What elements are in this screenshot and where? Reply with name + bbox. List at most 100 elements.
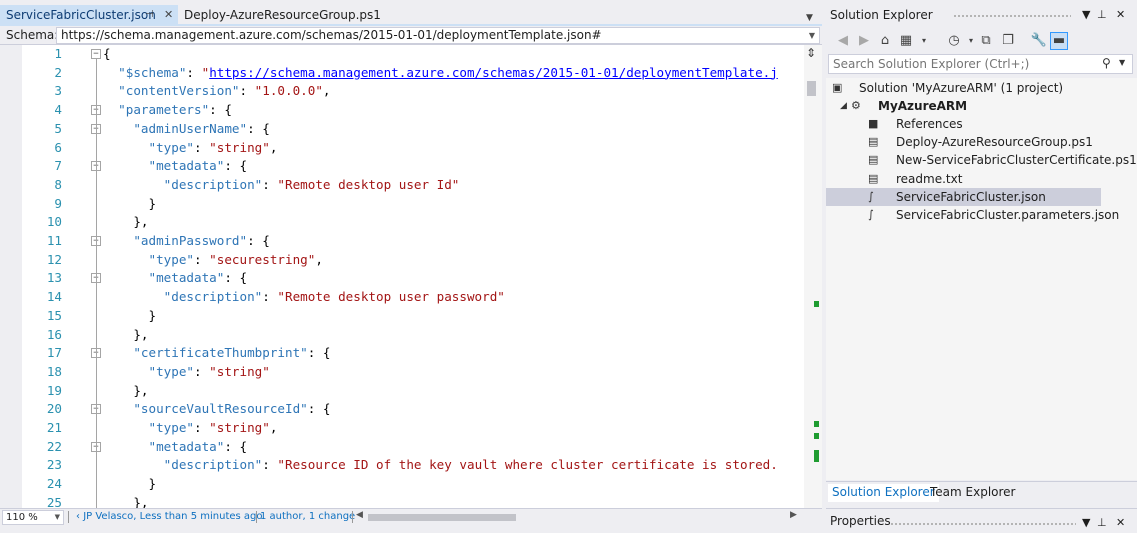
scroll-left-icon[interactable]: ◀ <box>356 510 363 520</box>
tab-team-explorer[interactable]: Team Explorer <box>926 484 1020 502</box>
code-line[interactable]: 2 "$schema": "https://schema.management.… <box>0 64 804 83</box>
line-number: 20 <box>46 401 62 417</box>
code-text: "certificateThumbprint": { <box>133 345 331 361</box>
tab-deploy-azure-resource-group[interactable]: Deploy-AzureResourceGroup.ps1 <box>178 5 381 25</box>
forward-icon[interactable]: ▶ <box>855 32 873 50</box>
scroll-right-icon[interactable]: ▶ <box>790 510 797 520</box>
line-number: 10 <box>46 214 62 230</box>
tree-item[interactable]: ∫ ServiceFabricCluster.parameters.json <box>826 206 1119 224</box>
split-window-icon[interactable]: ⇕ <box>806 46 816 60</box>
horizontal-scrollbar-thumb[interactable] <box>368 514 516 521</box>
collapse-region-icon[interactable]: − <box>91 49 101 59</box>
solution-explorer-title-bar: Solution Explorer ▼ ⊥ ✕ <box>826 5 1137 25</box>
tree-item[interactable]: ∫ ServiceFabricCluster.json <box>826 187 1101 206</box>
vertical-scrollbar[interactable]: ⇕ <box>804 45 822 508</box>
properties-wrench-icon[interactable]: 🔧 <box>1030 32 1048 50</box>
code-line[interactable]: 23 "description": "Resource ID of the ke… <box>0 456 804 475</box>
tree-item-label: ServiceFabricCluster.json <box>896 189 1046 204</box>
panel-grip[interactable] <box>953 14 1071 19</box>
code-line[interactable]: 11− "adminPassword": { <box>0 232 804 251</box>
code-line[interactable]: 6 "type": "string", <box>0 139 804 158</box>
code-line[interactable]: 15 } <box>0 307 804 326</box>
code-line[interactable]: 13− "metadata": { <box>0 269 804 288</box>
line-number: 3 <box>54 83 62 99</box>
json-file-icon: ∫ <box>868 189 874 203</box>
chevron-down-icon[interactable]: ▼ <box>1082 8 1090 21</box>
collapse-all-icon[interactable]: ⧉ <box>977 32 995 50</box>
search-input[interactable] <box>829 55 1099 73</box>
tree-item[interactable]: ▤ New-ServiceFabricClusterCertificate.ps1 <box>826 151 1137 169</box>
code-line[interactable]: 22− "metadata": { <box>0 438 804 457</box>
schema-select[interactable]: https://schema.management.azure.com/sche… <box>56 27 820 44</box>
codelens-blame-link[interactable]: ‹ JP Velasco, Less than 5 minutes ago <box>76 511 263 522</box>
code-line[interactable]: 12 "type": "securestring", <box>0 251 804 270</box>
solution-explorer-panel: Solution Explorer ▼ ⊥ ✕ ◀ ▶ ⌂ ▦ ▾ ◷ ▾ ⧉ … <box>826 0 1137 533</box>
code-line[interactable]: 18 "type": "string" <box>0 363 804 382</box>
code-line[interactable]: 21 "type": "string", <box>0 419 804 438</box>
code-editor[interactable]: 1 −{2 "$schema": "https://schema.manageme… <box>0 45 822 508</box>
code-line[interactable]: 20− "sourceVaultResourceId": { <box>0 400 804 419</box>
home-icon[interactable]: ⌂ <box>876 32 894 50</box>
code-text: "metadata": { <box>148 270 248 286</box>
solution-search-box[interactable]: ⚲ ▼ <box>828 54 1133 74</box>
code-line[interactable]: 25 }, <box>0 494 804 508</box>
code-text: "type": "string" <box>148 363 270 379</box>
pin-icon[interactable]: ⊣ <box>145 5 154 25</box>
line-number: 6 <box>54 139 62 155</box>
code-line[interactable]: 4− "parameters": { <box>0 101 804 120</box>
code-line[interactable]: 5− "adminUserName": { <box>0 120 804 139</box>
editor-status-bar: 110 % ▼ ‹ JP Velasco, Less than 5 minute… <box>0 508 822 526</box>
pin-icon[interactable]: ⊥ <box>1097 8 1107 21</box>
close-icon[interactable]: ✕ <box>1116 8 1125 21</box>
code-line[interactable]: 17− "certificateThumbprint": { <box>0 344 804 363</box>
chevron-down-icon[interactable]: ▼ <box>1082 516 1090 529</box>
close-icon[interactable]: ✕ <box>164 5 173 25</box>
code-line[interactable]: 16 }, <box>0 326 804 345</box>
line-number: 17 <box>46 345 62 361</box>
scrollbar-thumb[interactable] <box>807 81 816 96</box>
tree-item[interactable]: ◢ ⚙ MyAzureARM <box>826 97 1101 115</box>
tab-solution-explorer[interactable]: Solution Explorer <box>828 484 939 502</box>
code-line[interactable]: 9 } <box>0 195 804 214</box>
chevron-down-icon[interactable]: ▾ <box>915 32 933 50</box>
tab-service-fabric-cluster-json[interactable]: ServiceFabricCluster.json ⊣ ✕ <box>0 5 178 25</box>
code-text: } <box>103 307 157 323</box>
tree-item[interactable]: ▣ Solution 'MyAzureARM' (1 project) <box>826 79 1101 97</box>
chevron-down-icon[interactable]: ▼ <box>809 28 815 43</box>
divider <box>256 511 257 523</box>
code-line[interactable]: 3 "contentVersion": "1.0.0.0", <box>0 82 804 101</box>
expand-collapse-icon[interactable]: ◢ <box>840 97 847 115</box>
line-number: 9 <box>54 195 62 211</box>
code-text: "parameters": { <box>118 102 232 118</box>
switch-views-icon[interactable]: ▦ <box>897 32 915 50</box>
codelens-changes-link[interactable]: 1 author, 1 change <box>260 511 355 522</box>
powershell-file-icon: ▤ <box>868 135 879 149</box>
code-line[interactable]: 8 "description": "Remote desktop user Id… <box>0 176 804 195</box>
code-line[interactable]: 19 }, <box>0 382 804 401</box>
panel-grip[interactable] <box>890 522 1076 527</box>
tree-item[interactable]: ▤ Deploy-AzureResourceGroup.ps1 <box>826 133 1101 151</box>
code-text: "metadata": { <box>148 438 248 454</box>
pending-changes-filter-icon[interactable]: ◷ <box>945 32 963 50</box>
tree-item[interactable]: ■ References <box>826 115 1101 133</box>
code-line[interactable]: 7− "metadata": { <box>0 157 804 176</box>
pin-icon[interactable]: ⊥ <box>1097 516 1107 529</box>
zoom-select[interactable]: 110 % ▼ <box>2 510 64 525</box>
line-number: 25 <box>46 494 62 508</box>
code-line[interactable]: 1 −{ <box>0 45 804 64</box>
line-number: 8 <box>54 176 62 192</box>
copy-icon[interactable]: ❐ <box>999 32 1017 50</box>
code-line[interactable]: 14 "description": "Remote desktop user p… <box>0 288 804 307</box>
preview-selected-items-icon[interactable]: ▬ <box>1050 32 1068 50</box>
search-icon[interactable]: ⚲ <box>1102 56 1111 70</box>
project-icon: ⚙ <box>851 99 861 113</box>
code-text: }, <box>103 326 149 342</box>
back-icon[interactable]: ◀ <box>834 32 852 50</box>
code-line[interactable]: 24 } <box>0 475 804 494</box>
chevron-down-icon[interactable]: ▼ <box>55 511 60 524</box>
chevron-down-icon[interactable]: ▼ <box>1119 58 1125 67</box>
tree-item[interactable]: ▤ readme.txt <box>826 170 1101 188</box>
close-icon[interactable]: ✕ <box>1116 516 1125 529</box>
code-line[interactable]: 10 }, <box>0 213 804 232</box>
tab-overflow-dropdown-icon[interactable]: ▼ <box>806 13 813 23</box>
